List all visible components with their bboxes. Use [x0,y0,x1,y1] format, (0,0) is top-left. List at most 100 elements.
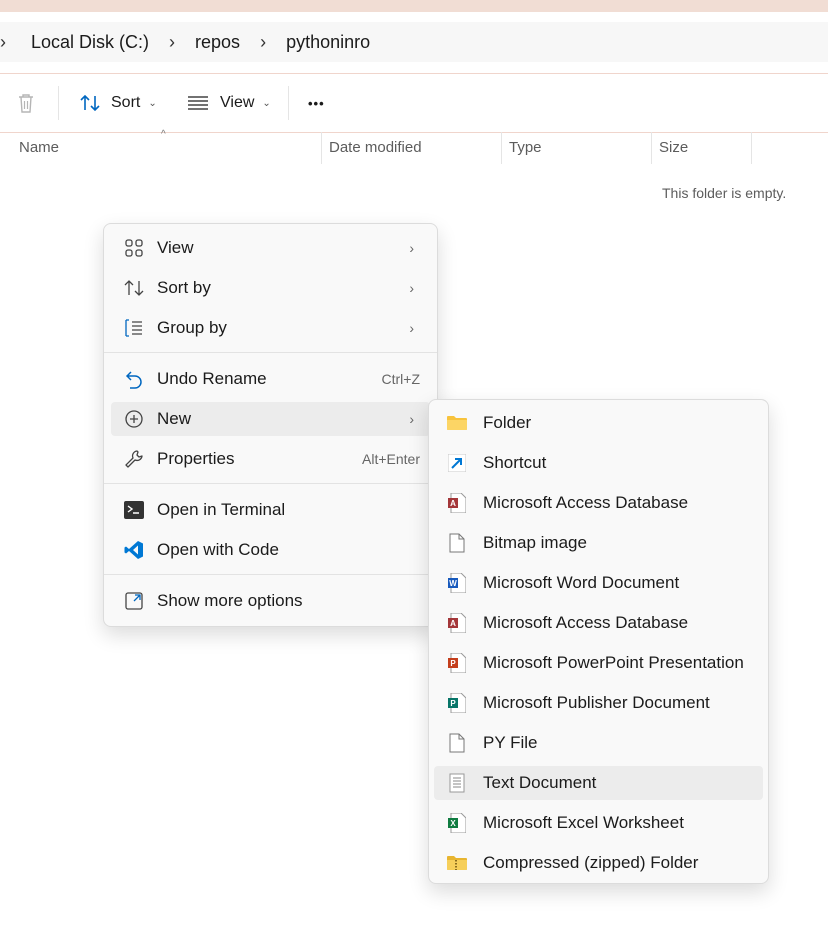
column-divider[interactable] [501,132,502,164]
menu-item-label: New [157,409,192,428]
submenu-item-label: Bitmap image [483,533,587,552]
menu-separator [104,483,437,484]
sort-label: Sort [111,94,141,111]
breadcrumb-current-folder[interactable]: pythoninro [286,32,370,53]
svg-text:P: P [450,659,456,668]
new-submenu: Folder Shortcut A Microsoft Access Datab… [428,399,769,884]
column-headers: ^ Name Date modified Type Size [0,129,828,164]
breadcrumb-chevron-icon[interactable]: › [260,32,266,53]
submenu-item-label: Microsoft PowerPoint Presentation [483,653,744,672]
shortcut-text: Ctrl+Z [381,371,421,387]
menu-item-new[interactable]: New › [111,402,430,436]
submenu-item-access-database[interactable]: A Microsoft Access Database [434,606,763,640]
sort-icon [80,94,100,112]
column-header-type[interactable]: Type [509,132,542,164]
column-divider[interactable] [751,132,752,164]
svg-text:A: A [450,619,456,628]
more-options-button[interactable]: ••• [308,74,325,132]
vscode-icon [123,540,145,560]
submenu-item-label: Folder [483,413,532,432]
column-divider[interactable] [651,132,652,164]
svg-text:W: W [449,579,457,588]
address-bar[interactable]: › Local Disk (C:) › repos › pythoninro [0,22,828,62]
toolbar-divider [288,86,289,120]
chevron-right-icon: › [409,411,414,427]
breadcrumb-local-disk[interactable]: Local Disk (C:) [31,32,149,53]
word-icon: W [446,573,468,593]
submenu-item-folder[interactable]: Folder [434,406,763,440]
submenu-item-label: Microsoft Access Database [483,493,689,512]
chevron-down-icon: ⌄ [262,97,271,109]
wrench-icon [123,449,145,469]
sort-indicator-icon: ^ [161,129,166,140]
menu-separator [104,574,437,575]
text-file-icon [446,773,468,793]
menu-item-undo-rename[interactable]: Undo Rename Ctrl+Z [111,362,430,396]
menu-item-label: Show more options [157,591,303,610]
zip-folder-icon [446,853,468,873]
menu-item-open-terminal[interactable]: Open in Terminal [111,493,430,527]
column-header-size[interactable]: Size [659,132,688,164]
submenu-item-bitmap-image[interactable]: Bitmap image [434,526,763,560]
menu-item-label: Properties [157,449,235,468]
file-icon [446,533,468,553]
shortcut-icon [446,453,468,473]
folder-icon [446,413,468,433]
view-label: View [220,94,255,111]
view-lines-icon [188,96,208,110]
grid-icon [123,238,145,258]
menu-item-properties[interactable]: Properties Alt+Enter [111,442,430,476]
group-icon [123,318,145,338]
submenu-item-shortcut[interactable]: Shortcut [434,446,763,480]
menu-item-view[interactable]: View › [111,231,430,265]
terminal-icon [123,500,145,520]
submenu-item-label: Microsoft Publisher Document [483,693,710,712]
plus-circle-icon [123,409,145,429]
chevron-right-icon: › [409,280,414,296]
delete-button[interactable] [16,74,36,132]
submenu-item-access-database[interactable]: A Microsoft Access Database [434,486,763,520]
breadcrumb-chevron-icon[interactable]: › [0,32,6,53]
menu-item-sort-by[interactable]: Sort by › [111,271,430,305]
menu-item-open-with-code[interactable]: Open with Code [111,533,430,567]
menu-item-label: Sort by [157,278,211,297]
title-bar-strip [0,0,828,12]
svg-text:P: P [450,699,456,708]
column-header-date-modified[interactable]: Date modified [329,132,422,164]
file-icon [446,733,468,753]
empty-folder-message: This folder is empty. [662,185,787,201]
menu-item-label: Undo Rename [157,369,267,388]
menu-item-label: Open with Code [157,540,279,559]
access-icon: A [446,493,468,513]
submenu-item-publisher[interactable]: P Microsoft Publisher Document [434,686,763,720]
submenu-item-powerpoint[interactable]: P Microsoft PowerPoint Presentation [434,646,763,680]
breadcrumb-repos[interactable]: repos [195,32,240,53]
view-button[interactable]: View ⌄ [187,74,271,132]
submenu-item-excel-worksheet[interactable]: X Microsoft Excel Worksheet [434,806,763,840]
trash-icon [19,94,33,113]
submenu-item-label: PY File [483,733,538,752]
submenu-item-label: Text Document [483,773,597,792]
menu-item-show-more-options[interactable]: Show more options [111,584,430,618]
submenu-item-text-document[interactable]: Text Document [434,766,763,800]
context-menu: View › Sort by › Group by › Undo Rename … [103,223,438,627]
publisher-icon: P [446,693,468,713]
column-divider[interactable] [321,132,322,164]
sort-button[interactable]: Sort ⌄ [79,74,157,132]
svg-text:X: X [450,819,456,828]
submenu-item-zipped-folder[interactable]: Compressed (zipped) Folder [434,846,763,880]
submenu-item-word-document[interactable]: W Microsoft Word Document [434,566,763,600]
expand-icon [123,591,145,611]
submenu-item-py-file[interactable]: PY File [434,726,763,760]
excel-icon: X [446,813,468,833]
command-bar: Sort ⌄ View ⌄ ••• [0,73,828,133]
column-header-name[interactable]: Name [19,132,59,164]
breadcrumb-chevron-icon[interactable]: › [169,32,175,53]
powerpoint-icon: P [446,653,468,673]
access-icon: A [446,613,468,633]
shortcut-text: Alt+Enter [362,451,420,467]
menu-separator [104,352,437,353]
menu-item-group-by[interactable]: Group by › [111,311,430,345]
menu-item-label: Group by [157,318,227,337]
submenu-item-label: Compressed (zipped) Folder [483,853,699,872]
